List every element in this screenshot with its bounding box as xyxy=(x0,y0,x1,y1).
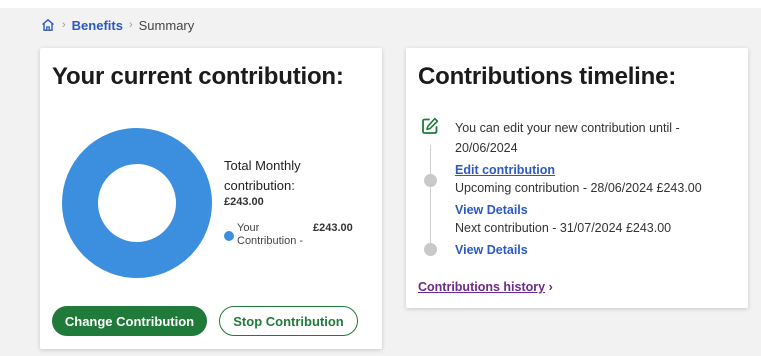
contribution-donut-chart xyxy=(62,128,212,278)
breadcrumb: › Benefits › Summary xyxy=(40,16,194,34)
timeline-dot-upcoming xyxy=(424,174,437,187)
change-contribution-button[interactable]: Change Contribution xyxy=(52,306,207,336)
donut-ring xyxy=(62,128,212,278)
legend-label: Your Contribution - xyxy=(237,222,304,247)
upcoming-contribution-text: Upcoming contribution - 28/06/2024 £243.… xyxy=(455,181,702,195)
contributions-timeline-card: Contributions timeline: You can edit you… xyxy=(406,48,748,308)
breadcrumb-summary: Summary xyxy=(138,17,195,33)
total-monthly-label: Total Monthly contribution: xyxy=(224,158,301,193)
chevron-right-icon: › xyxy=(548,280,553,294)
total-monthly-value: £243.00 xyxy=(224,196,264,208)
next-contribution-text: Next contribution - 31/07/2024 £243.00 xyxy=(455,221,672,235)
legend-color-dot xyxy=(224,231,234,241)
legend-value: £243.00 xyxy=(313,222,353,234)
view-details-link-upcoming[interactable]: View Details xyxy=(455,202,528,218)
breadcrumb-separator: › xyxy=(128,19,133,31)
current-contribution-title: Your current contribution: xyxy=(52,63,344,90)
timeline-line xyxy=(430,145,431,249)
current-contribution-card: Your current contribution: Total Monthly… xyxy=(40,48,382,349)
contributions-history-label: Contributions history xyxy=(418,280,546,294)
home-icon[interactable] xyxy=(40,17,56,33)
timeline-dot-next xyxy=(424,243,437,256)
breadcrumb-benefits[interactable]: Benefits xyxy=(72,18,123,33)
timeline-title: Contributions timeline: xyxy=(418,63,677,90)
view-details-link-next[interactable]: View Details xyxy=(455,242,528,258)
stop-contribution-button[interactable]: Stop Contribution xyxy=(219,306,358,336)
breadcrumb-separator: › xyxy=(62,19,66,31)
edit-icon xyxy=(420,116,440,136)
contributions-history-link[interactable]: Contributions history › xyxy=(418,280,553,294)
edit-contribution-link[interactable]: Edit contribution xyxy=(455,162,555,178)
top-strip xyxy=(0,0,761,8)
edit-deadline-text: You can edit your new contribution until… xyxy=(455,121,680,155)
